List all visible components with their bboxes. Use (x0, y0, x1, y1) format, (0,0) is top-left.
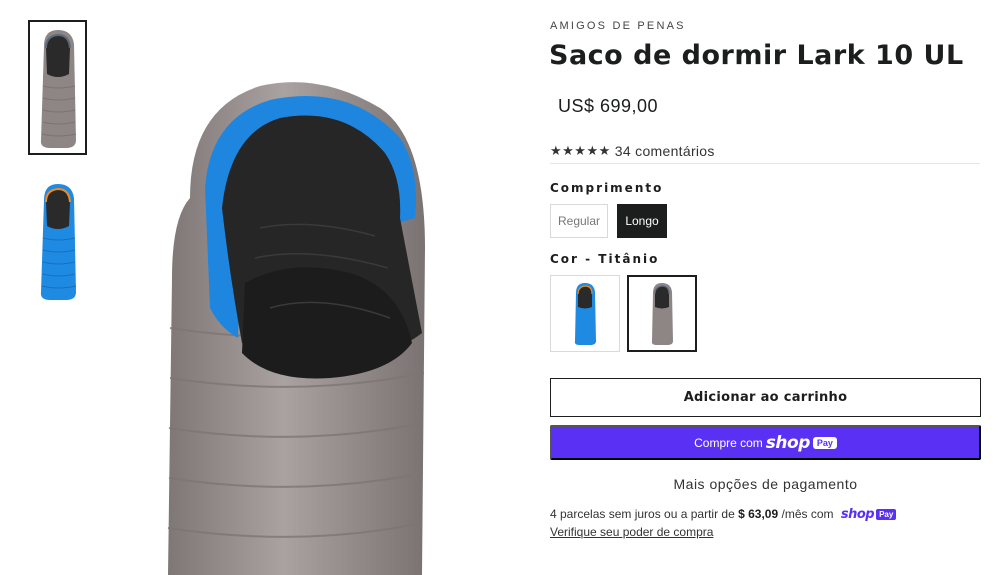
shop-logo-icon: shop (765, 432, 811, 453)
installments-info: 4 parcelas sem juros ou a partir de $ 63… (550, 507, 897, 522)
shop-pay-mini-logo-icon: shop (840, 507, 875, 522)
vendor-name: AMIGOS DE PENAS (550, 20, 686, 32)
review-count[interactable]: 34 comentários (615, 142, 715, 160)
pay-badge-icon: Pay (812, 436, 837, 449)
product-title: Saco de dormir Lark 10 UL (549, 40, 964, 71)
product-price: US$ 699,00 (558, 96, 659, 116)
rating-stars: ★★★★★ (550, 143, 611, 158)
rating-row[interactable]: ★★★★★ 34 comentários (550, 142, 980, 164)
length-longo-button[interactable]: Longo (617, 204, 667, 238)
sleeping-bag-swatch-titanium (651, 282, 673, 345)
installments-text-after: /mês com (781, 507, 834, 521)
pay-mini-badge-icon: Pay (876, 509, 897, 520)
sleeping-bag-thumb-blue (40, 184, 76, 300)
color-swatch-titanium[interactable] (627, 275, 697, 352)
shop-pay-prefix: Compre com (694, 435, 763, 450)
installments-amount: $ 63,09 (738, 507, 779, 521)
sleeping-bag-thumb-titanium (40, 29, 76, 148)
add-to-cart-button[interactable]: Adicionar ao carrinho (550, 378, 981, 417)
shop-pay-button[interactable]: Compre com shop Pay (550, 425, 981, 460)
color-swatch-blue[interactable] (550, 275, 620, 352)
main-product-image[interactable] (150, 78, 450, 575)
more-payment-options-link[interactable]: Mais opções de pagamento (550, 476, 981, 492)
color-option-label: Cor - Titânio (550, 252, 660, 266)
length-option-label: Comprimento (550, 181, 664, 195)
sleeping-bag-illustration (167, 82, 425, 575)
thumbnail-blue[interactable] (28, 180, 87, 302)
sleeping-bag-swatch-blue (574, 282, 596, 345)
thumbnail-titanium[interactable] (28, 20, 87, 155)
length-regular-button[interactable]: Regular (550, 204, 608, 238)
installments-text-before: 4 parcelas sem juros ou a partir de (550, 507, 735, 521)
verify-purchasing-power-link[interactable]: Verifique seu poder de compra (550, 525, 713, 539)
